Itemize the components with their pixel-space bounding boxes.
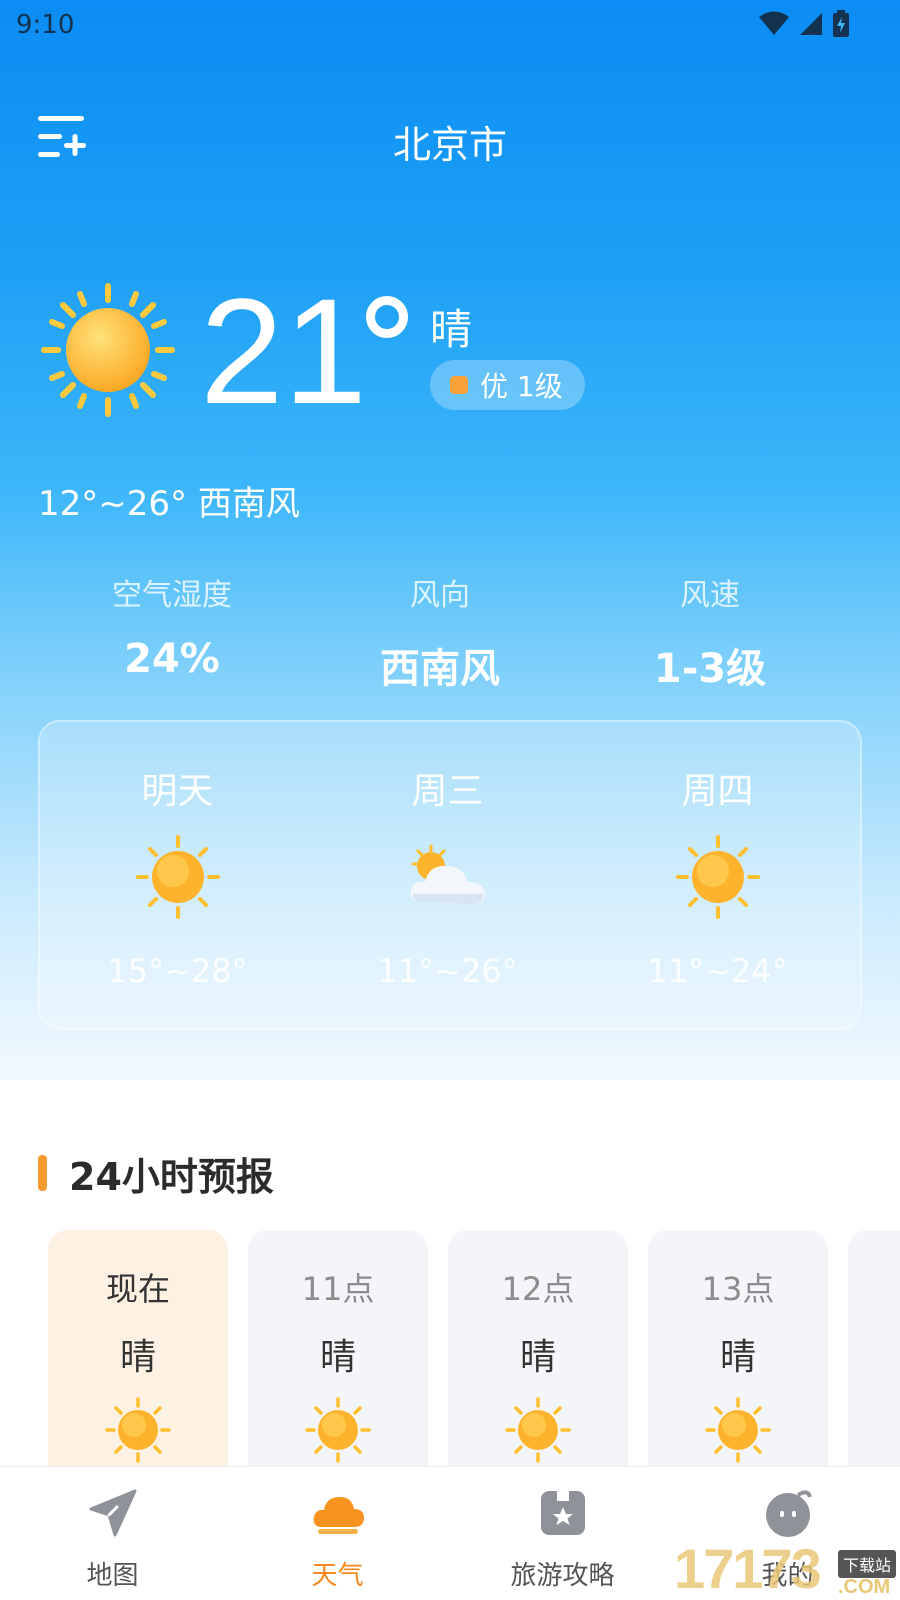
tab-map[interactable]: 地图: [0, 1467, 225, 1600]
forecast-day[interactable]: 周四 11°~24°: [580, 722, 855, 1032]
sun-icon: [105, 1397, 171, 1463]
hourly-condition: 晴: [719, 1337, 756, 1378]
hourly-card[interactable]: 13点 晴: [648, 1230, 828, 1490]
tab-label: 天气: [311, 1561, 364, 1591]
forecast-day-name: 周四: [681, 771, 754, 812]
watermark-suffix: .COM: [838, 1576, 891, 1598]
aqi-dot-icon: [450, 376, 468, 394]
hourly-card-partial[interactable]: [848, 1230, 900, 1490]
stat-value: 24%: [124, 636, 220, 682]
temperature-range-wind: 12°~26° 西南风: [38, 484, 300, 524]
hourly-time: 11点: [301, 1270, 375, 1308]
forecast-day[interactable]: 明天 15°~28°: [40, 722, 315, 1032]
forecast-range: 15°~28°: [107, 952, 248, 990]
section-title-text: 24小时预报: [69, 1154, 274, 1199]
aqi-badge[interactable]: 优 1级: [430, 360, 585, 410]
sun-icon: [136, 835, 220, 919]
hourly-time: 12点: [501, 1270, 575, 1308]
stat-value: 西南风: [380, 646, 500, 692]
hourly-section-title: 24小时预报: [38, 1148, 274, 1199]
stat-wind-direction: 风向 西南风: [290, 570, 590, 694]
tab-label: 旅游攻略: [510, 1561, 615, 1591]
forecast-day[interactable]: 周三 11°~26°: [310, 722, 585, 1032]
daily-forecast-card[interactable]: 明天 15°~28° 周三 11°~26° 周四 11°~24°: [38, 720, 862, 1030]
partly-cloudy-icon: [410, 844, 485, 904]
forecast-range: 11°~26°: [377, 952, 518, 990]
sun-icon: [305, 1397, 371, 1463]
navigation-arrow-icon: [89, 1489, 137, 1537]
watermark-tag: 下载站: [838, 1550, 897, 1578]
degree-symbol-icon: [366, 296, 408, 338]
cloud-icon: [313, 1497, 364, 1534]
hourly-time: 现在: [105, 1270, 170, 1308]
hourly-card[interactable]: 现在 晴: [48, 1230, 228, 1490]
stat-label: 风速: [680, 578, 740, 613]
sun-icon: [705, 1397, 771, 1463]
profile-face-icon: [766, 1490, 812, 1537]
status-bar: 9:10: [0, 0, 900, 50]
current-temperature: 21: [200, 267, 367, 435]
hourly-condition: 晴: [319, 1337, 356, 1378]
stat-label: 风向: [410, 578, 470, 613]
hourly-condition: 晴: [519, 1337, 556, 1378]
stat-humidity: 空气湿度 24%: [22, 570, 322, 682]
hourly-card[interactable]: 11点 晴: [248, 1230, 428, 1490]
hourly-card[interactable]: 12点 晴: [448, 1230, 628, 1490]
forecast-day-name: 明天: [141, 771, 214, 812]
section-accent-bar: [38, 1155, 47, 1191]
status-time: 9:10: [16, 10, 75, 40]
current-condition: 晴: [430, 305, 473, 354]
cellular-signal-icon: [800, 13, 822, 35]
weather-stats: 空气湿度 24% 风向 西南风 风速 1-3级: [0, 570, 900, 692]
aqi-label: 优 1级: [480, 370, 563, 403]
travel-guide-icon: [541, 1491, 585, 1535]
stat-value: 1-3级: [653, 646, 767, 692]
stat-label: 空气湿度: [112, 578, 232, 613]
tab-weather[interactable]: 天气: [225, 1467, 450, 1600]
watermark-logo: 17173: [674, 1537, 822, 1600]
sun-icon: [505, 1397, 571, 1463]
hourly-condition: 晴: [119, 1337, 156, 1378]
sun-icon: [676, 835, 760, 919]
forecast-day-name: 周三: [411, 771, 484, 812]
sun-icon: [41, 283, 175, 417]
wifi-icon: [759, 11, 789, 35]
tab-travel-guide[interactable]: 旅游攻略: [450, 1467, 675, 1600]
stat-wind-speed: 风速 1-3级: [560, 570, 860, 694]
hourly-time: 13点: [701, 1270, 775, 1308]
battery-icon: [833, 10, 849, 37]
tab-label: 地图: [86, 1561, 139, 1591]
forecast-range: 11°~24°: [647, 952, 788, 990]
city-title[interactable]: 北京市: [0, 114, 900, 169]
